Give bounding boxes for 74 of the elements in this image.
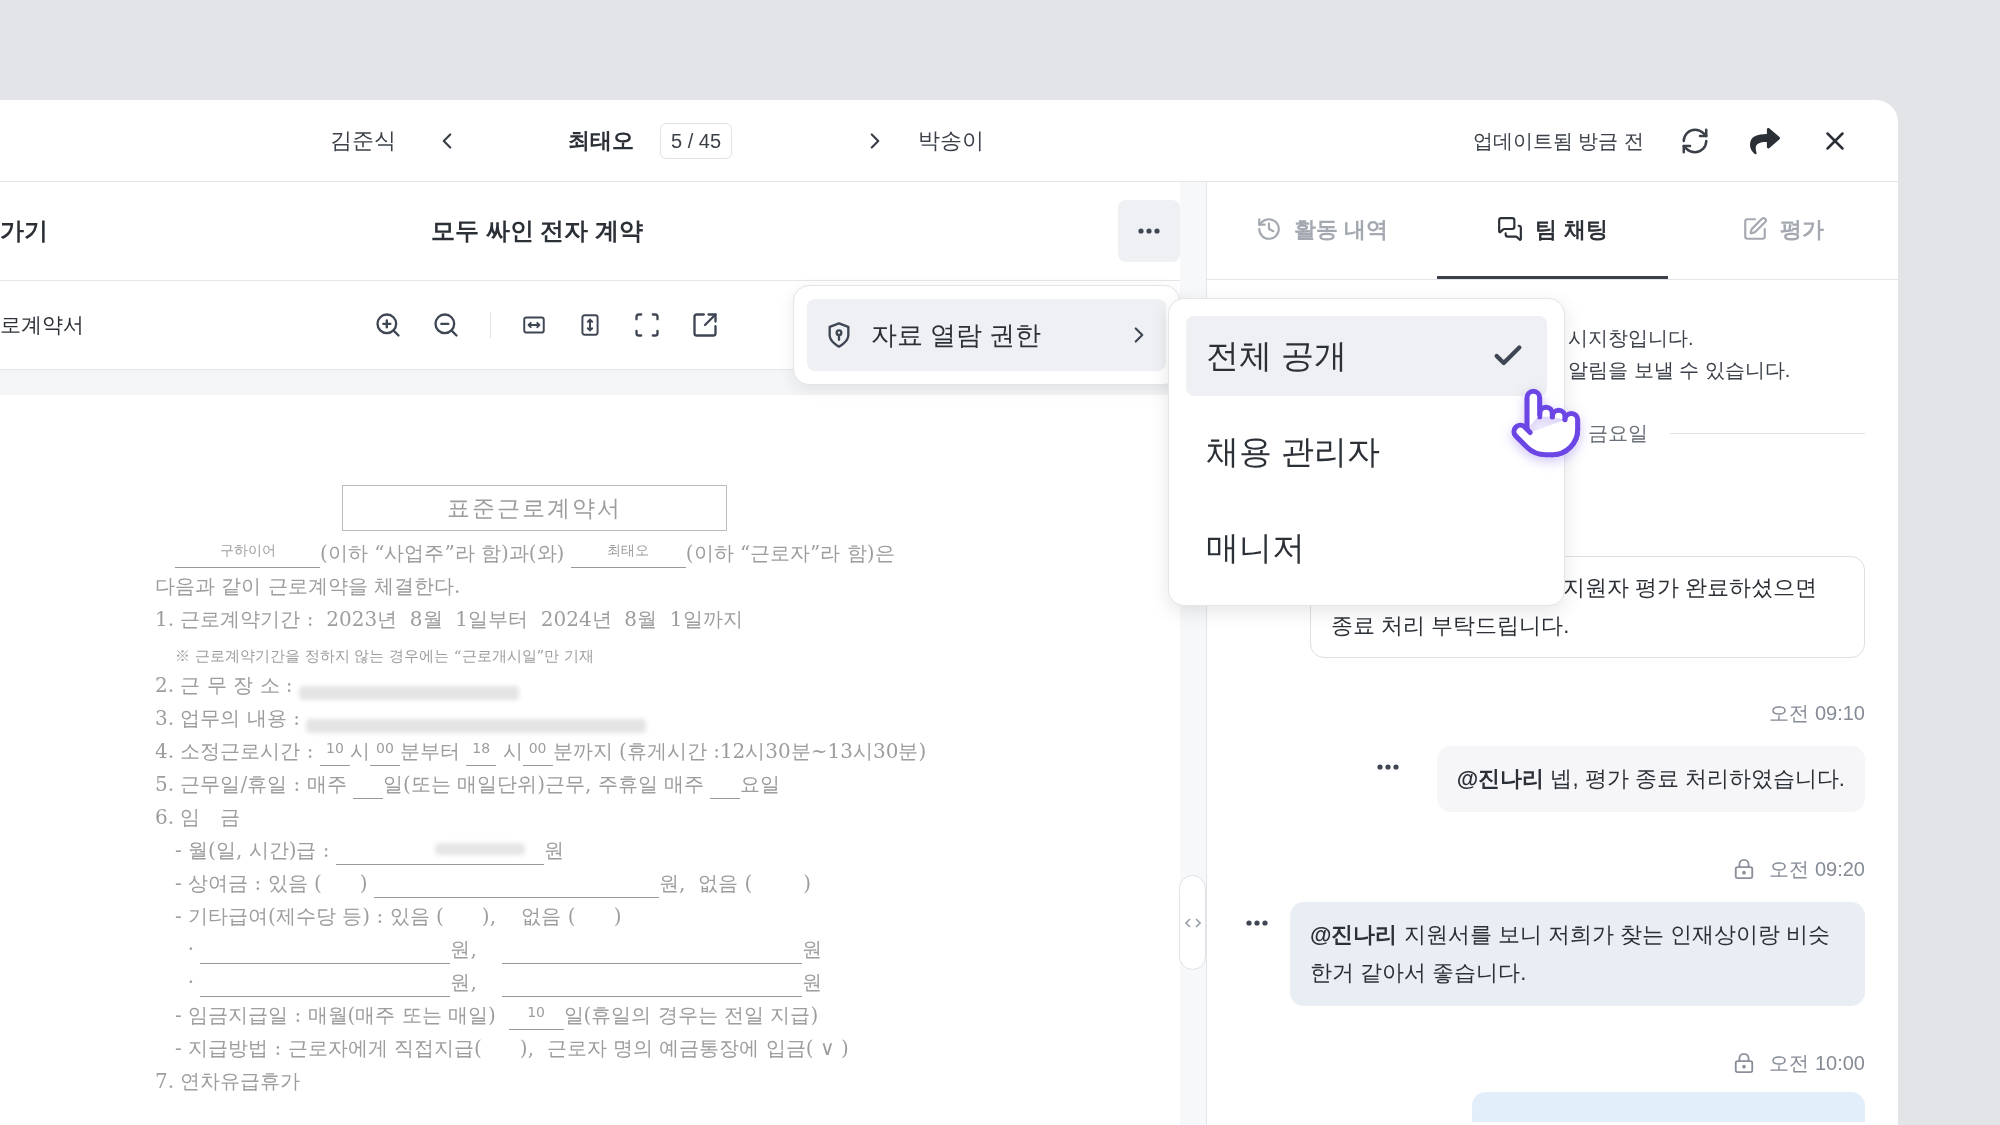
- more-icon[interactable]: [1246, 920, 1268, 926]
- zoom-out-icon[interactable]: [432, 311, 460, 339]
- open-external-icon[interactable]: [691, 311, 719, 339]
- document-text: ※ 근로계약기간을 정하지 않는 경우에는 “근로개시일”만 기재: [175, 645, 594, 667]
- share-icon[interactable]: [1750, 125, 1780, 156]
- document-text: 일(휴일의 경우는 전일 지급): [563, 1002, 819, 1029]
- document-text: 시: [501, 738, 523, 765]
- document-text: 6. 임 금: [155, 804, 240, 831]
- document-text: - 상여금 : 있음 ( ): [175, 870, 369, 897]
- page-title: 표준근로계약서: [342, 485, 727, 531]
- message-time: 오전 10:00: [1769, 1051, 1865, 1076]
- edit-icon: [1741, 216, 1768, 242]
- back-link[interactable]: 가기: [0, 213, 48, 249]
- document-text: - 지급방법 : 근로자에게 직접지급( ), 근로자 명의 예금통장에 입금( ∨ ): [175, 1035, 849, 1062]
- previous-candidate-link[interactable]: 김준식: [330, 124, 396, 157]
- chat-icon: [1497, 216, 1524, 242]
- position-badge: 5 / 45: [660, 122, 733, 159]
- update-status: 업데이트됨 방금 전: [1472, 128, 1644, 154]
- document-text: 5. 근무일/휴일 : 매주: [155, 771, 348, 798]
- fill-in-line: 10: [319, 740, 350, 766]
- fill-in-line: 18: [466, 740, 497, 766]
- document-text: 원,: [450, 969, 478, 996]
- message-text: 지원자 평가 완료하셨으면: [1563, 574, 1819, 602]
- document-text: 원, 없음 ( ): [659, 870, 811, 897]
- document-text: 원: [543, 837, 564, 864]
- document-text: 4. 소정근로시간 :: [155, 738, 315, 765]
- document-text: 다음과 같이 근로계약을 체결한다.: [155, 573, 461, 600]
- fill-in-line: 구하이어: [175, 542, 320, 568]
- document-text: (이하 “근로자”라 함)은: [685, 540, 895, 567]
- document-text: 원: [802, 936, 823, 963]
- message-time: 오전 09:20: [1769, 857, 1865, 882]
- document-text: 7. 연차유급휴가: [155, 1068, 301, 1095]
- document-text: ·: [186, 969, 196, 996]
- notice-text: 시지창입니다.: [1568, 326, 1695, 351]
- fill-in-line: 00: [369, 740, 400, 766]
- fit-screen-icon[interactable]: [633, 311, 661, 339]
- document-text: - 기타급여(제수당 등) : 있음 ( ), 없음 ( ): [175, 903, 622, 930]
- file-name: 로계약서: [0, 312, 84, 339]
- document-text: 시: [349, 738, 370, 765]
- more-icon[interactable]: [1376, 764, 1399, 770]
- date-divider-text: 금요일: [1588, 421, 1648, 446]
- candidate-name: 최태오: [568, 127, 634, 155]
- document-text: 3. 업무의 내용 :: [155, 705, 301, 732]
- document-text: 요일: [740, 771, 781, 798]
- document-text: 분부터: [399, 738, 461, 765]
- submenu-item[interactable]: 전체 공개: [1186, 316, 1547, 396]
- fill-in-line: 최태오: [570, 542, 686, 568]
- submenu-item[interactable]: 매니저: [1186, 508, 1547, 588]
- fill-in-line: 10: [508, 1004, 564, 1030]
- menu-item[interactable]: 자료 열람 권한: [807, 299, 1166, 371]
- message-bubble: @진나리 넵, 평가 종료 처리하였습니다.: [1436, 746, 1865, 812]
- fill-in-line: 00: [522, 740, 553, 766]
- message-bubble: @진나리 지원서를 보니 저희가 찾는 인재상이랑 비슷한거 같아서 좋습니다.: [1290, 902, 1865, 1006]
- document-text: (이하 “사업주”라 함)과(와): [320, 540, 566, 567]
- document-text: 2. 근 무 장 소 :: [155, 672, 294, 699]
- panel-tab[interactable]: 팀 채팅: [1437, 182, 1668, 279]
- resize-handle[interactable]: [1179, 875, 1206, 970]
- message-time: 오전 09:10: [1769, 701, 1865, 726]
- document-text: - 임금지급일 : 매월(매주 또는 매일): [175, 1002, 497, 1029]
- document-text: 원,: [450, 936, 478, 963]
- document-text: 1. 근로계약기간 : 2023년 8월 1일부터 2024년 8월 1일까지: [155, 606, 743, 633]
- document-text: 일(또는 매일단위)근무, 주휴일 매주: [383, 771, 706, 798]
- document-text: ·: [186, 936, 196, 963]
- zoom-in-icon[interactable]: [374, 311, 402, 339]
- history-icon: [1256, 216, 1283, 242]
- resize-arrows-icon: [1184, 916, 1201, 929]
- notice-text: 알림을 보낼 수 있습니다.: [1568, 358, 1792, 383]
- document-title: 모두 싸인 전자 계약: [431, 216, 643, 246]
- document-text: 원: [802, 969, 823, 996]
- more-icon[interactable]: [1138, 228, 1160, 234]
- document-text: 분까지 (휴게시간 :12시30분~13시30분): [552, 738, 927, 765]
- message-text: 종료 처리 부탁드립니다.: [1331, 612, 1571, 640]
- document-text: - 월(일, 시간)급 :: [175, 837, 331, 864]
- next-candidate-link[interactable]: 박송이: [918, 124, 985, 157]
